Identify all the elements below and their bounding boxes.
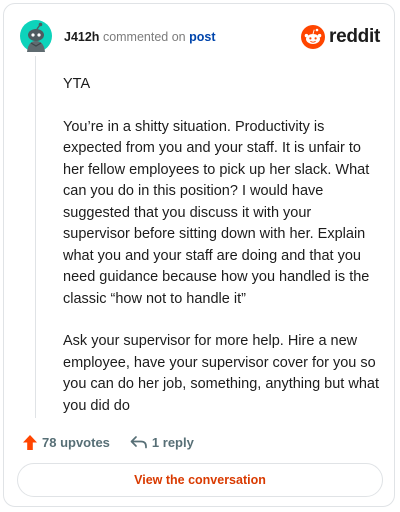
comment-embed-card: J412h commented on post reddit YTA You’r…	[3, 3, 395, 507]
reply-button[interactable]: 1 reply	[130, 435, 194, 450]
snoo-avatar-icon[interactable]	[20, 20, 52, 52]
comment-paragraph: YTA	[63, 76, 91, 92]
upvote-button[interactable]: 78 upvotes	[22, 434, 110, 451]
reddit-logo[interactable]: reddit	[301, 24, 380, 50]
reply-arrow-icon	[130, 436, 147, 449]
comment-paragraph: You’re in a shitty situation. Productivi…	[63, 118, 370, 307]
comment-meta: J412h commented on post	[64, 29, 216, 45]
comment-paragraph: Ask your supervisor for more help. Hire …	[63, 333, 379, 414]
comment-header: J412h commented on post reddit	[20, 20, 380, 52]
comment-actions: 78 upvotes 1 reply	[22, 432, 194, 452]
reddit-snoo-icon	[301, 25, 326, 49]
commented-on-text: commented on	[102, 30, 186, 44]
upvote-arrow-icon	[23, 434, 37, 450]
view-conversation-button[interactable]: View the conversation	[17, 463, 383, 497]
reddit-wordmark: reddit	[329, 26, 380, 47]
thread-line	[35, 56, 36, 418]
username-link[interactable]: J412h	[64, 30, 99, 44]
comment-body: YTA You’re in a shitty situation. Produc…	[63, 74, 381, 438]
reply-count: 1 reply	[151, 434, 194, 450]
post-link[interactable]: post	[189, 30, 215, 44]
upvote-count: 78 upvotes	[42, 434, 110, 450]
